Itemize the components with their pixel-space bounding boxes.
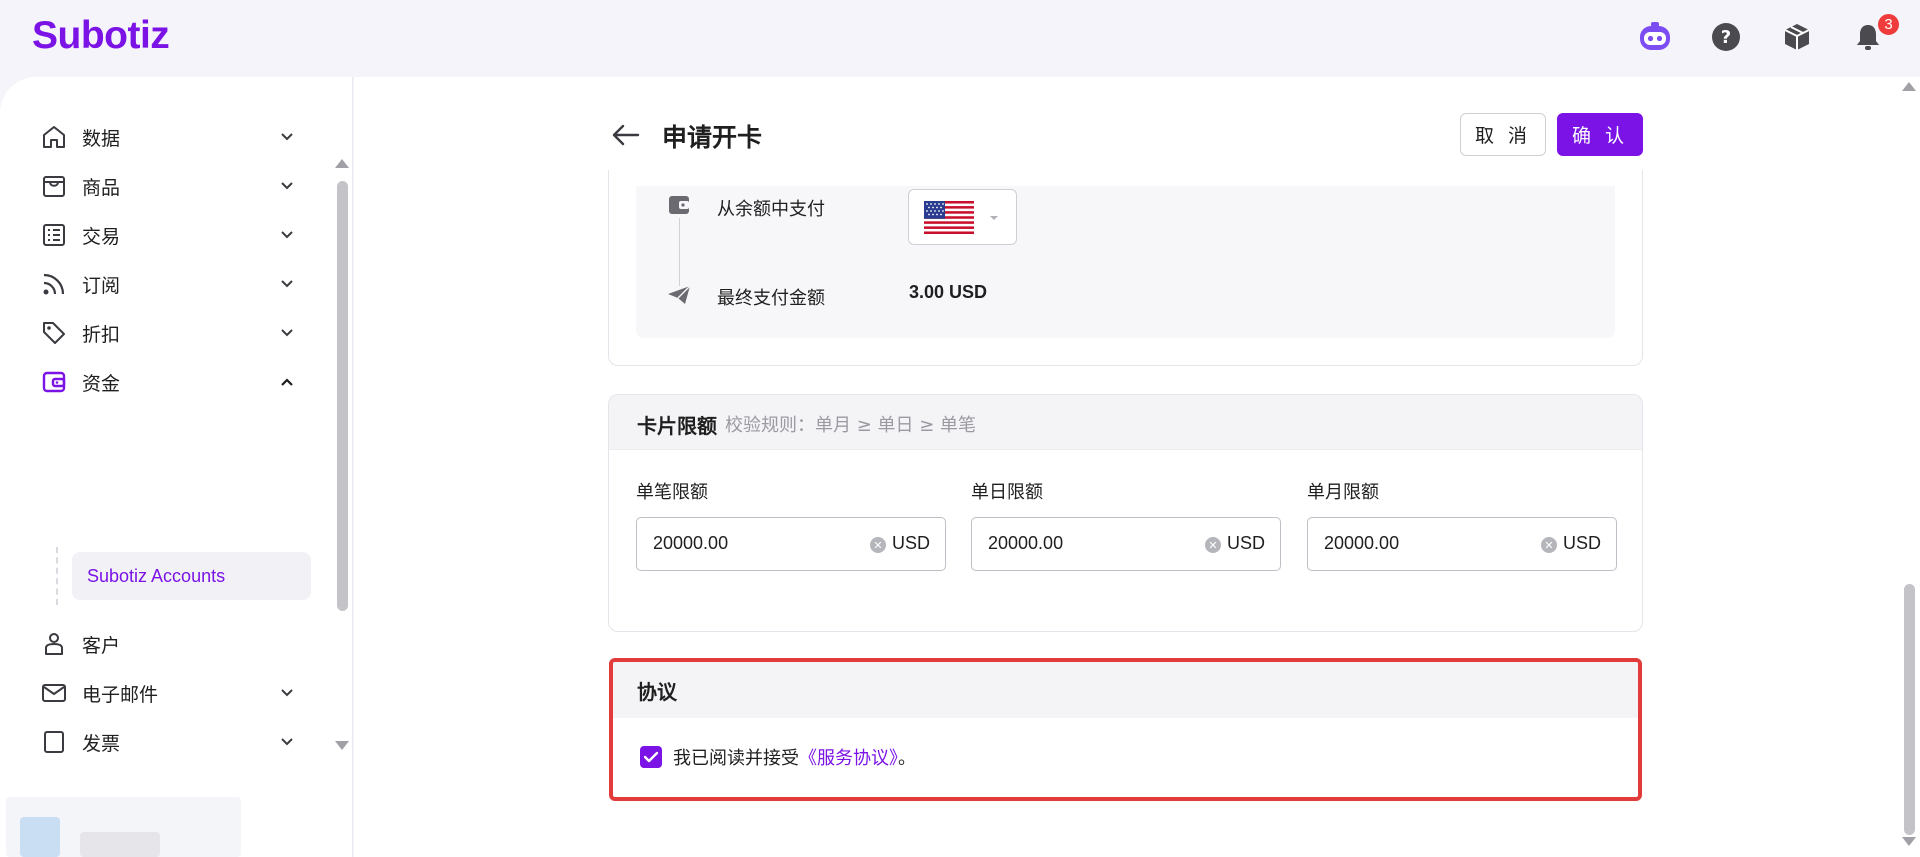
sidebar-item-label: 订阅 <box>82 274 121 297</box>
page-title: 申请开卡 <box>662 123 763 152</box>
wallet-icon <box>666 192 692 218</box>
sidebar-item-label: 资金 <box>82 372 121 395</box>
cancel-button[interactable]: 取 消 <box>1460 113 1546 156</box>
card-limits-header: 卡片限额 校验规则：单月 ≥ 单日 ≥ 单笔 <box>609 395 1642 450</box>
sidebar-item-funds[interactable]: 资金 <box>0 356 330 408</box>
sidebar-item-customers[interactable]: 客户 <box>0 618 330 670</box>
single-limit-value: 20000.00 <box>653 533 729 553</box>
single-limit-input[interactable]: 20000.00 ✕ USD <box>636 517 946 571</box>
us-flag-icon <box>924 201 974 234</box>
store-icon <box>40 172 68 200</box>
currency-select[interactable] <box>908 189 1017 245</box>
sidebar-scrollbar[interactable] <box>333 159 351 754</box>
top-bar: Subotiz ? 3 <box>0 0 1920 77</box>
avatar <box>20 817 60 857</box>
list-icon <box>40 221 68 249</box>
daily-limit-label: 单日限额 <box>971 482 1043 503</box>
send-icon <box>666 282 692 308</box>
agreement-title: 协议 <box>637 680 677 704</box>
package-icon[interactable] <box>1780 20 1814 54</box>
sidebar-item-subscriptions[interactable]: 订阅 <box>0 258 330 310</box>
confirm-button[interactable]: 确 认 <box>1557 113 1643 156</box>
chevron-down-icon <box>278 324 296 342</box>
clear-icon[interactable]: ✕ <box>1541 537 1557 553</box>
sidebar-item-label: 发票 <box>82 732 121 755</box>
sidebar-item-invoices[interactable]: 发票 <box>0 716 330 755</box>
assistant-bot-icon[interactable] <box>1638 20 1672 54</box>
sidebar-item-data[interactable]: 数据 <box>0 111 330 163</box>
service-agreement-link[interactable]: 《服务协议》 <box>799 748 898 769</box>
sidebar-item-label: 客户 <box>82 634 121 657</box>
svg-text:?: ? <box>1721 27 1731 48</box>
help-icon[interactable]: ? <box>1709 20 1743 54</box>
chevron-down-icon <box>278 226 296 244</box>
rss-icon <box>40 270 68 298</box>
wallet-icon <box>40 368 68 396</box>
daily-limit-value: 20000.00 <box>988 533 1064 553</box>
sidebar-item-label: 交易 <box>82 225 121 248</box>
invoice-icon <box>40 728 68 755</box>
chevron-up-icon <box>278 373 296 391</box>
scroll-up-arrow-icon[interactable] <box>1902 82 1916 91</box>
pay-from-balance-label: 从余额中支付 <box>717 199 825 220</box>
currency-unit: USD <box>1227 533 1266 553</box>
scroll-down-arrow-icon[interactable] <box>335 741 349 750</box>
validation-rule-text: 校验规则：单月 ≥ 单日 ≥ 单笔 <box>725 415 977 436</box>
user-icon <box>40 630 68 658</box>
agreement-header: 协议 <box>613 662 1638 718</box>
final-amount-label: 最终支付金额 <box>717 288 825 309</box>
agreement-suffix: 。 <box>898 748 916 769</box>
scrollbar-thumb[interactable] <box>337 181 348 611</box>
scroll-up-arrow-icon[interactable] <box>335 159 349 168</box>
chevron-down-icon <box>278 733 296 751</box>
submenu-guide-line <box>56 547 58 605</box>
sidebar-item-products[interactable]: 商品 <box>0 160 330 212</box>
monthly-limit-value: 20000.00 <box>1324 533 1400 553</box>
sidebar-item-transactions[interactable]: 交易 <box>0 209 330 261</box>
sidebar-subitem-subotiz-accounts[interactable]: Subotiz Accounts <box>72 552 311 600</box>
tag-icon <box>40 319 68 347</box>
chevron-down-icon <box>278 177 296 195</box>
chevron-down-icon <box>278 275 296 293</box>
main-scrollbar[interactable] <box>1899 77 1920 857</box>
sidebar-item-label: 折扣 <box>82 323 121 346</box>
clear-icon[interactable]: ✕ <box>1205 537 1221 553</box>
daily-limit-input[interactable]: 20000.00 ✕ USD <box>971 517 1281 571</box>
timeline-connector <box>679 218 680 286</box>
agreement-text: 我已阅读并接受《服务协议》。 <box>673 744 916 770</box>
clear-icon[interactable]: ✕ <box>870 537 886 553</box>
sidebar-item-discounts[interactable]: 折扣 <box>0 307 330 359</box>
scrollbar-thumb[interactable] <box>1904 584 1915 835</box>
currency-unit: USD <box>1563 533 1602 553</box>
back-arrow-icon[interactable] <box>608 118 642 152</box>
single-limit-label: 单笔限额 <box>636 482 708 503</box>
notification-badge: 3 <box>1876 12 1901 37</box>
chevron-down-icon <box>278 128 296 146</box>
agreement-checkbox[interactable] <box>640 746 662 768</box>
agreement-section: 协议 我已阅读并接受《服务协议》。 <box>609 658 1642 801</box>
agreement-prefix: 我已阅读并接受 <box>673 748 799 769</box>
card-limits-section: 卡片限额 校验规则：单月 ≥ 单日 ≥ 单笔 <box>608 394 1643 632</box>
scroll-down-arrow-icon[interactable] <box>1902 837 1916 846</box>
caret-down-icon <box>990 216 998 220</box>
currency-unit: USD <box>892 533 931 553</box>
sidebar-clip: 发票 <box>0 667 330 755</box>
checkmark-icon <box>643 751 659 763</box>
monthly-limit-input[interactable]: 20000.00 ✕ USD <box>1307 517 1617 571</box>
sidebar: 数据 商品 交易 订阅 折扣 资金 Subotiz Accounts 客户 电子… <box>0 77 353 857</box>
card-limits-title: 卡片限额 <box>637 414 717 438</box>
sidebar-item-label: 数据 <box>82 127 121 150</box>
username-blurred <box>80 832 160 857</box>
logo[interactable]: Subotiz <box>32 14 170 58</box>
sidebar-item-label: 商品 <box>82 176 121 199</box>
monthly-limit-label: 单月限额 <box>1307 482 1379 503</box>
home-icon <box>40 123 68 151</box>
final-amount-value: 3.00 USD <box>909 282 988 302</box>
